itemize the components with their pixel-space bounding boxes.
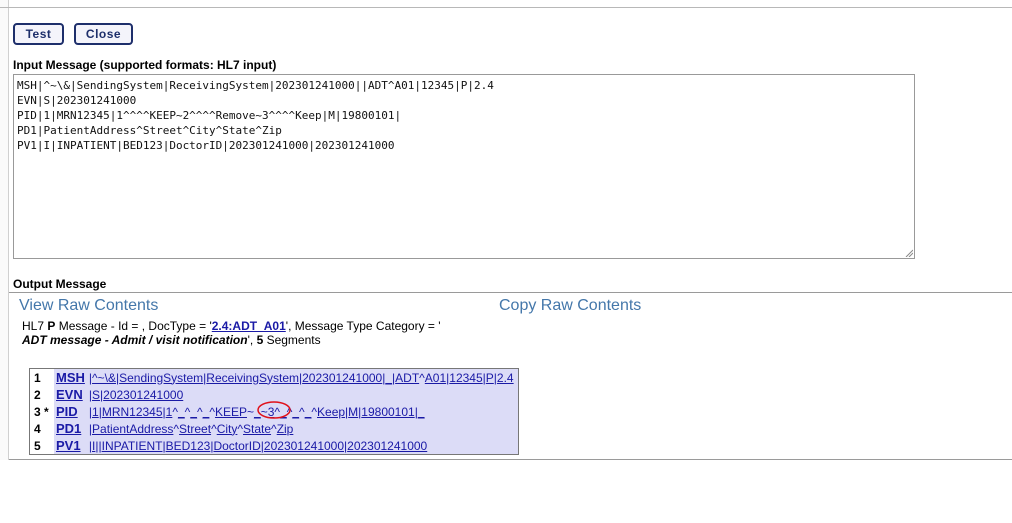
segment-number: 1 (34, 370, 41, 385)
segment-name-link[interactable]: PV1 (56, 438, 81, 453)
field-value-link[interactable]: M (348, 405, 358, 419)
segment-name-link[interactable]: PID (56, 404, 78, 419)
field-value-link[interactable]: 202301241000 (347, 439, 427, 453)
top-divider (0, 7, 1012, 8)
input-line: MSH|^~\&|SendingSystem|ReceivingSystem|2… (17, 79, 494, 92)
field-separator: ~ (246, 404, 254, 419)
red-circle-annotation (257, 401, 291, 419)
message-category: ADT message - Admit / visit notification (22, 333, 248, 347)
summary-tail: Segments (263, 333, 321, 347)
input-line: PD1|PatientAddress^Street^City^State^Zip (17, 124, 282, 137)
field-value-link[interactable]: Keep (317, 405, 345, 419)
field-value-link[interactable]: _ (178, 405, 185, 419)
resize-grip-icon[interactable] (905, 249, 913, 257)
segment-name-link[interactable]: EVN (56, 387, 83, 402)
field-value-link[interactable]: PatientAddress (92, 422, 173, 436)
segment-name-cell: MSH (54, 369, 87, 386)
input-line: PID|1|MRN12345|1^^^^KEEP~2^^^^Remove~3^^… (17, 109, 402, 122)
field-value-link[interactable]: MRN12345 (102, 405, 163, 419)
segment-name-cell: EVN (54, 386, 87, 403)
segment-number: 5 (34, 438, 41, 453)
field-value-link[interactable]: KEEP (215, 405, 247, 419)
input-message-label: Input Message (supported formats: HL7 in… (13, 58, 277, 72)
field-value-link[interactable]: 1 (92, 405, 99, 419)
input-message-textarea[interactable]: MSH|^~\&|SendingSystem|ReceivingSystem|2… (13, 74, 915, 259)
field-value-link[interactable]: P (486, 371, 494, 385)
summary-after-category: ', (247, 333, 257, 347)
copy-raw-contents-link[interactable]: Copy Raw Contents (499, 297, 641, 315)
segment-name-link[interactable]: MSH (56, 370, 85, 385)
segment-name-link[interactable]: PD1 (56, 421, 81, 436)
test-button[interactable]: Test (13, 23, 64, 45)
segment-name-cell: PD1 (54, 420, 87, 437)
field-value-link[interactable]: 12345 (449, 371, 482, 385)
doctype-link[interactable]: 2.4:ADT_A01 (212, 319, 286, 333)
segment-name-cell: PID (54, 403, 87, 420)
output-message-label: Output Message (13, 277, 107, 291)
segment-number: 3 * (34, 404, 49, 419)
segment-name-cell: PV1 (54, 437, 87, 454)
field-value-link[interactable]: Zip (277, 422, 294, 436)
field-value-link[interactable]: ReceivingSystem (206, 371, 299, 385)
field-value-link[interactable]: DoctorID (213, 439, 260, 453)
field-value-link[interactable]: 19800101 (361, 405, 414, 419)
field-value-link[interactable]: A01 (425, 371, 446, 385)
field-value-link[interactable]: _ (418, 405, 425, 419)
segment-fields: |^~\&|SendingSystem|ReceivingSystem|2023… (86, 369, 518, 386)
segment-fields: |1|MRN12345|1^_^_^_^KEEP~_~3^_^_^_^Keep|… (86, 403, 518, 420)
field-value-link[interactable]: SendingSystem (119, 371, 203, 385)
summary-prefix: HL7 (22, 319, 48, 333)
input-line: EVN|S|202301241000 (17, 94, 137, 107)
field-value-link[interactable]: City (217, 422, 238, 436)
field-value-link[interactable]: 202301241000 (264, 439, 344, 453)
view-raw-contents-link[interactable]: View Raw Contents (19, 297, 158, 315)
field-value-link[interactable]: INPATIENT (102, 439, 163, 453)
segment-row: 1 MSH |^~\&|SendingSystem|ReceivingSystem|… (30, 369, 518, 386)
input-line: PV1|I|INPATIENT|BED123|DoctorID|20230124… (17, 139, 395, 152)
field-value-link[interactable]: 2.4 (497, 371, 514, 385)
segment-fields: |PatientAddress^Street^City^State^Zip (86, 420, 518, 437)
field-value-link[interactable]: State (243, 422, 271, 436)
field-value-link[interactable]: 202301241000 (302, 371, 382, 385)
segment-row: 4 PD1 |PatientAddress^Street^City^State^Zi… (30, 420, 518, 437)
field-value-link[interactable]: S (92, 388, 100, 402)
field-value-link[interactable]: ^~\& (92, 371, 116, 385)
segment-number: 2 (34, 387, 41, 402)
field-value-link[interactable]: _ (190, 405, 197, 419)
left-edge-strip (0, 0, 9, 460)
field-value-link[interactable]: ADT (395, 371, 419, 385)
summary-mid: Message - Id = , DocType = ' (55, 319, 212, 333)
segment-fields: |I||INPATIENT|BED123|DoctorID|2023012410… (86, 437, 518, 454)
summary-after-doctype: ', Message Type Category = ' (285, 319, 441, 333)
field-value-link[interactable]: Street (179, 422, 211, 436)
field-value-link[interactable]: 202301241000 (103, 388, 183, 402)
message-summary: HL7 P Message - Id = , DocType = '2.4:AD… (22, 319, 502, 347)
segment-fields: |S|202301241000 (86, 386, 518, 403)
close-button[interactable]: Close (74, 23, 133, 45)
field-value-link[interactable]: BED123 (166, 439, 211, 453)
segment-number: 4 (34, 421, 41, 436)
segment-row: 5 PV1 |I||INPATIENT|BED123|DoctorID|202301… (30, 437, 518, 454)
